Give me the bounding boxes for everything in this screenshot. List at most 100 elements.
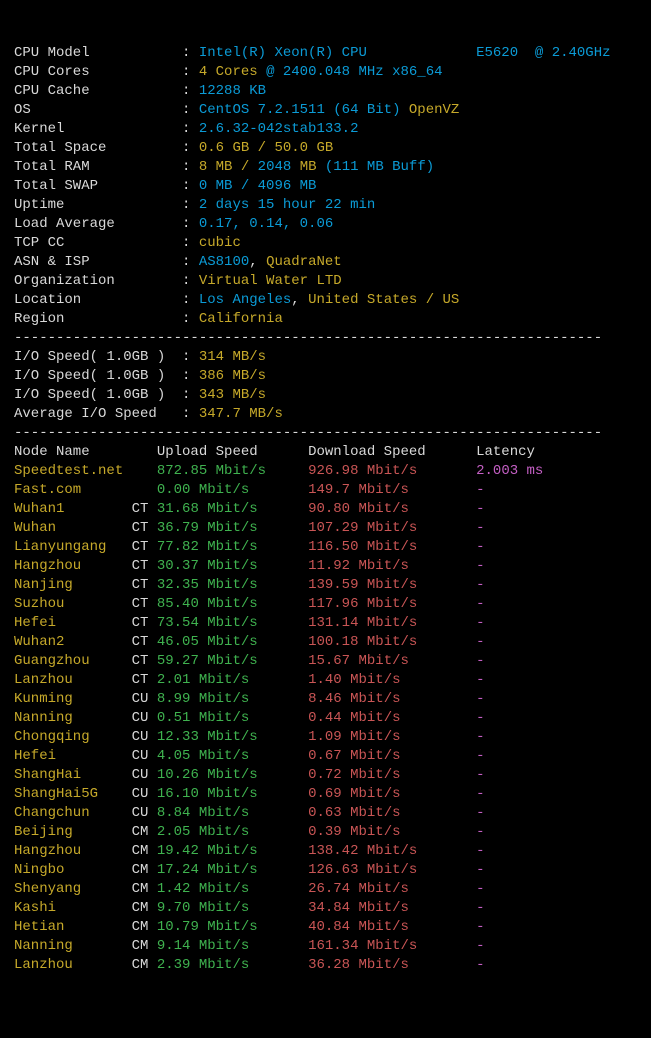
latency: -	[476, 558, 484, 574]
upload-speed: 8.84 Mbit/s	[157, 805, 308, 821]
org-value: Virtual Water LTD	[199, 273, 342, 289]
io-label: I/O Speed( 1.0GB )	[14, 387, 182, 403]
download-speed: 116.50 Mbit/s	[308, 539, 476, 555]
node-name: Lanzhou	[14, 672, 132, 688]
node-name: Kashi	[14, 900, 132, 916]
download-speed: 34.84 Mbit/s	[308, 900, 476, 916]
io-colon: :	[182, 406, 199, 422]
download-speed: 0.69 Mbit/s	[308, 786, 476, 802]
upload-speed: 77.82 Mbit/s	[157, 539, 308, 555]
section-divider: ----------------------------------------…	[14, 330, 602, 346]
latency: -	[476, 786, 484, 802]
upload-speed: 16.10 Mbit/s	[157, 786, 308, 802]
node-name: Lanzhou	[14, 957, 132, 973]
download-speed: 26.74 Mbit/s	[308, 881, 476, 897]
node-name: Nanjing	[14, 577, 132, 593]
download-speed: 100.18 Mbit/s	[308, 634, 476, 650]
sys-colon: :	[182, 178, 199, 194]
terminal-output: CPU Model : Intel(R) Xeon(R) CPU E5620 @…	[14, 44, 637, 975]
upload-speed: 36.79 Mbit/s	[157, 520, 308, 536]
ram-total-unit: MB	[300, 159, 317, 175]
node-name: Chongqing	[14, 729, 132, 745]
upload-speed: 0.51 Mbit/s	[157, 710, 308, 726]
upload-speed: 17.24 Mbit/s	[157, 862, 308, 878]
node-name: Kunming	[14, 691, 132, 707]
sys-label: Region	[14, 311, 182, 327]
download-speed: 926.98 Mbit/s	[308, 463, 476, 479]
io-speed-value: 314 MB/s	[199, 349, 266, 365]
upload-speed: 85.40 Mbit/s	[157, 596, 308, 612]
latency: -	[476, 501, 484, 517]
download-speed: 0.39 Mbit/s	[308, 824, 476, 840]
node-name: Beijing	[14, 824, 132, 840]
sys-label: CPU Cores	[14, 64, 182, 80]
latency: -	[476, 653, 484, 669]
latency: -	[476, 672, 484, 688]
node-name: Wuhan	[14, 520, 132, 536]
node-tag	[132, 482, 157, 498]
sys-colon: :	[182, 64, 199, 80]
io-speed-value: 347.7 MB/s	[199, 406, 283, 422]
node-name: ShangHai	[14, 767, 132, 783]
node-tag: CU	[132, 805, 157, 821]
io-colon: :	[182, 368, 199, 384]
node-tag: CU	[132, 729, 157, 745]
download-speed: 126.63 Mbit/s	[308, 862, 476, 878]
upload-speed: 2.01 Mbit/s	[157, 672, 308, 688]
io-label: I/O Speed( 1.0GB )	[14, 349, 182, 365]
upload-speed: 10.79 Mbit/s	[157, 919, 308, 935]
node-name: Lianyungang	[14, 539, 132, 555]
node-name: Changchun	[14, 805, 132, 821]
download-speed: 161.34 Mbit/s	[308, 938, 476, 954]
node-name: ShangHai5G	[14, 786, 132, 802]
section-divider: ----------------------------------------…	[14, 425, 602, 441]
download-speed: 90.80 Mbit/s	[308, 501, 476, 517]
latency: -	[476, 539, 484, 555]
download-speed: 11.92 Mbit/s	[308, 558, 476, 574]
sys-colon: :	[182, 197, 199, 213]
latency: -	[476, 957, 484, 973]
node-tag: CT	[132, 577, 157, 593]
upload-speed: 4.05 Mbit/s	[157, 748, 308, 764]
sys-colon: :	[182, 83, 199, 99]
upload-speed: 2.05 Mbit/s	[157, 824, 308, 840]
node-name: Hangzhou	[14, 843, 132, 859]
upload-speed: 8.99 Mbit/s	[157, 691, 308, 707]
download-speed: 1.40 Mbit/s	[308, 672, 476, 688]
sys-colon: :	[182, 121, 199, 137]
node-name: Speedtest.net	[14, 463, 132, 479]
node-tag: CT	[132, 653, 157, 669]
sys-colon: :	[182, 216, 199, 232]
node-name: Nanning	[14, 710, 132, 726]
asn-value: AS8100	[199, 254, 249, 270]
io-colon: :	[182, 349, 199, 365]
ram-total-num: 2048	[258, 159, 292, 175]
download-speed: 149.7 Mbit/s	[308, 482, 476, 498]
node-tag: CM	[132, 843, 157, 859]
loc-country: United States / US	[308, 292, 459, 308]
node-tag: CM	[132, 957, 157, 973]
node-name: Suzhou	[14, 596, 132, 612]
sys-colon: :	[182, 292, 199, 308]
upload-speed: 73.54 Mbit/s	[157, 615, 308, 631]
sys-label: Uptime	[14, 197, 182, 213]
os-virt: OpenVZ	[409, 102, 459, 118]
download-speed: 139.59 Mbit/s	[308, 577, 476, 593]
sys-label: Total SWAP	[14, 178, 182, 194]
node-tag: CM	[132, 824, 157, 840]
io-label: I/O Speed( 1.0GB )	[14, 368, 182, 384]
node-tag: CT	[132, 539, 157, 555]
download-speed: 117.96 Mbit/s	[308, 596, 476, 612]
download-speed: 0.67 Mbit/s	[308, 748, 476, 764]
asn-sep: ,	[249, 254, 257, 270]
io-speed-value: 343 MB/s	[199, 387, 266, 403]
sys-colon: :	[182, 311, 199, 327]
node-name: Nanning	[14, 938, 132, 954]
sys-label: Organization	[14, 273, 182, 289]
node-tag: CT	[132, 672, 157, 688]
io-colon: :	[182, 387, 199, 403]
latency: -	[476, 596, 484, 612]
latency: -	[476, 577, 484, 593]
download-speed: 0.44 Mbit/s	[308, 710, 476, 726]
speed-header-up: Upload Speed	[157, 444, 308, 460]
